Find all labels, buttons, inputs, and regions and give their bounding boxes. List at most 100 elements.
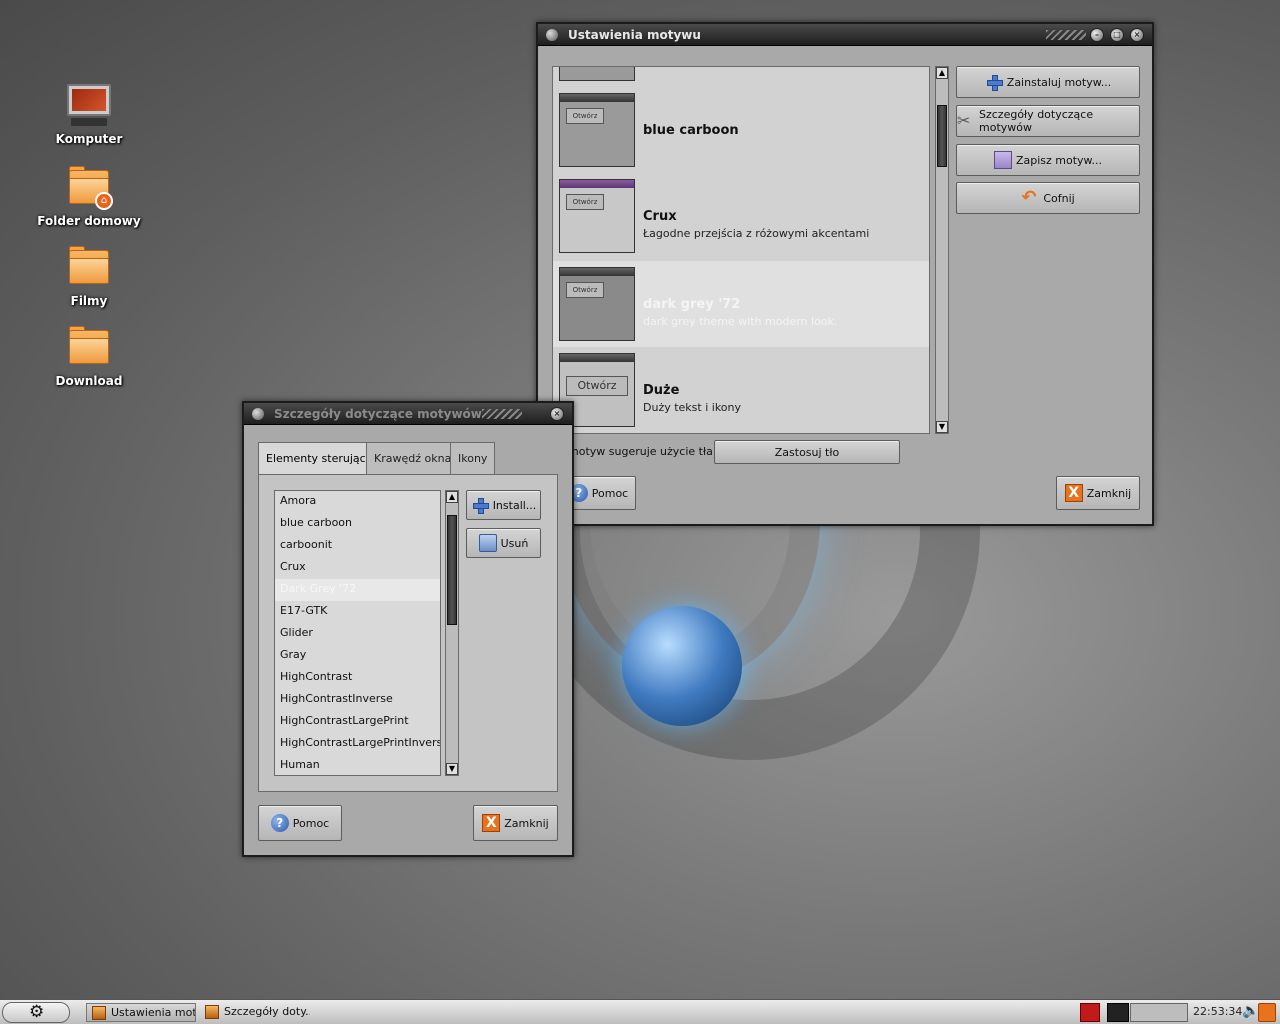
list-item[interactable]: Gray [275,645,440,667]
list-item[interactable]: Glider [275,623,440,645]
theme-settings-window: Ustawienia motywu – □ × Otwórz blue carb… [536,22,1154,526]
close-icon[interactable]: × [1130,28,1144,42]
clock: 22:53:34 [1193,1005,1243,1018]
tray-monitor-icon[interactable] [1107,1003,1129,1022]
undo-icon: ↶ [1021,187,1037,208]
desktop-icon-download[interactable]: Download [34,324,144,388]
gear-icon: ⚙ [29,1002,45,1022]
theme-row-partial[interactable] [553,67,929,87]
tools-icon: ✂ [957,111,971,130]
theme-row-selected[interactable]: Otwórz dark grey '72 dark grey theme wit… [553,261,929,347]
scroll-up-icon[interactable]: ▲ [446,491,458,503]
scroll-down-icon[interactable]: ▼ [446,763,458,775]
wallpaper-sphere-bottom [622,606,742,726]
theme-list-scrollbar[interactable]: ▲ ▼ [935,66,949,434]
taskbar: ⚙ Ustawienia mot... Szczegóły doty... 22… [0,999,1280,1024]
install-theme-button[interactable]: Zainstaluj motyw... [956,66,1140,98]
theme-row[interactable]: Otwórz blue carboon [553,87,929,173]
list-item-selected[interactable]: Dark Grey '72 [275,579,440,601]
list-item[interactable]: Amora [275,491,440,513]
remove-icon [478,534,497,552]
scroll-up-icon[interactable]: ▲ [936,67,948,79]
remove-button[interactable]: Usuń [466,528,541,558]
plus-icon [985,73,1003,91]
theme-row[interactable]: Otwórz Crux Łagodne przejścia z różowymi… [553,173,929,259]
help-icon: ? [270,814,289,832]
desktop-icon-label: Komputer [55,132,123,146]
desktop-icon-computer[interactable]: Komputer [34,82,144,146]
app-icon [205,1005,219,1019]
maximize-icon[interactable]: □ [1110,28,1124,42]
volume-icon[interactable]: 🔈 [1242,1003,1259,1019]
desktop-icon-home-folder[interactable]: ⌂ Folder domowy [34,164,144,228]
close-icon[interactable]: × [550,407,564,421]
window-title: Ustawienia motywu [568,28,701,42]
list-item[interactable]: E17-GTK [275,601,440,623]
theme-description: dark grey theme with modern look. [643,315,838,328]
apply-background-button[interactable]: Zastosuj tło [714,440,900,464]
theme-row[interactable]: Otwórz Duże Duży tekst i ikony [553,347,929,433]
list-item[interactable]: HighContrastInverse [275,689,440,711]
window-menu-icon[interactable] [546,29,558,41]
scroll-down-icon[interactable]: ▼ [936,421,948,433]
scrollbar-thumb[interactable] [937,105,947,167]
list-item[interactable]: HighContrastLargePrintInverse [275,733,440,755]
list-item[interactable]: Human [275,755,440,775]
list-item[interactable]: HighContrastLargePrint [275,711,440,733]
save-theme-button[interactable]: Zapisz motyw... [956,144,1140,176]
theme-thumbnail: Otwórz [559,179,635,253]
desktop-icon-label: Download [55,374,123,388]
window-title: Szczegóły dotyczące motywów [274,407,482,421]
desktop-icon-movies[interactable]: Filmy [34,244,144,308]
scrollbar-thumb[interactable] [447,515,457,625]
close-icon: X [482,814,501,832]
tray-input-field[interactable] [1130,1003,1188,1022]
titlebar-grip [1046,30,1086,40]
theme-details-button[interactable]: ✂ Szczegóły dotyczące motywów [956,105,1140,137]
tray-package-icon[interactable] [1080,1003,1100,1022]
details-help-button[interactable]: ? Pomoc [258,805,342,841]
theme-name: Duże [643,383,680,398]
start-menu-button[interactable]: ⚙ [2,1002,70,1023]
app-icon [92,1006,106,1020]
theme-thumbnail: Otwórz [559,267,635,341]
folder-icon [65,324,113,370]
list-item[interactable]: carboonit [275,535,440,557]
close-icon: X [1064,484,1083,502]
tab-window-border[interactable]: Krawędź okna [366,442,460,474]
computer-icon [65,82,113,128]
theme-name: dark grey '72 [643,297,741,312]
close-button[interactable]: X Zamknij [1056,476,1140,510]
theme-description: Łagodne przejścia z różowymi akcentami [643,227,870,240]
list-item[interactable]: HighContrast [275,667,440,689]
theme-thumbnail [559,67,635,81]
plus-icon [471,496,489,514]
list-item[interactable]: blue carboon [275,513,440,535]
minimize-icon[interactable]: – [1090,28,1104,42]
background-hint: motyw sugeruje użycie tła: [568,445,717,458]
theme-name-list-scrollbar[interactable]: ▲ ▼ [445,490,459,776]
floppy-icon [993,151,1012,169]
list-item[interactable]: Crux [275,557,440,579]
desktop-icon-label: Filmy [70,294,108,308]
theme-details-titlebar[interactable]: Szczegóły dotyczące motywów × [244,403,572,425]
theme-settings-titlebar[interactable]: Ustawienia motywu – □ × [538,24,1152,46]
taskbar-item-theme-settings[interactable]: Ustawienia mot... [86,1003,196,1022]
window-menu-icon[interactable] [252,408,264,420]
taskbar-item-theme-details[interactable]: Szczegóły doty... [200,1003,310,1022]
tab-icons[interactable]: Ikony [450,442,496,474]
revert-button[interactable]: ↶ Cofnij [956,182,1140,214]
titlebar-grip [482,409,522,419]
lock-icon[interactable] [1258,1003,1276,1022]
theme-name: Crux [643,209,677,224]
theme-name-list[interactable]: Amora blue carboon carboonit Crux Dark G… [274,490,441,776]
desktop-icon-label: Folder domowy [37,214,141,228]
install-button[interactable]: Install... [466,490,541,520]
theme-name: blue carboon [643,123,739,138]
details-close-button[interactable]: X Zamknij [473,805,558,841]
tab-controls[interactable]: Elementy sterujące [258,442,381,475]
theme-list[interactable]: Otwórz blue carboon Otwórz Crux Łagodne … [552,66,930,434]
theme-description: Duży tekst i ikony [643,401,742,414]
home-folder-icon: ⌂ [65,164,113,210]
theme-thumbnail: Otwórz [559,93,635,167]
